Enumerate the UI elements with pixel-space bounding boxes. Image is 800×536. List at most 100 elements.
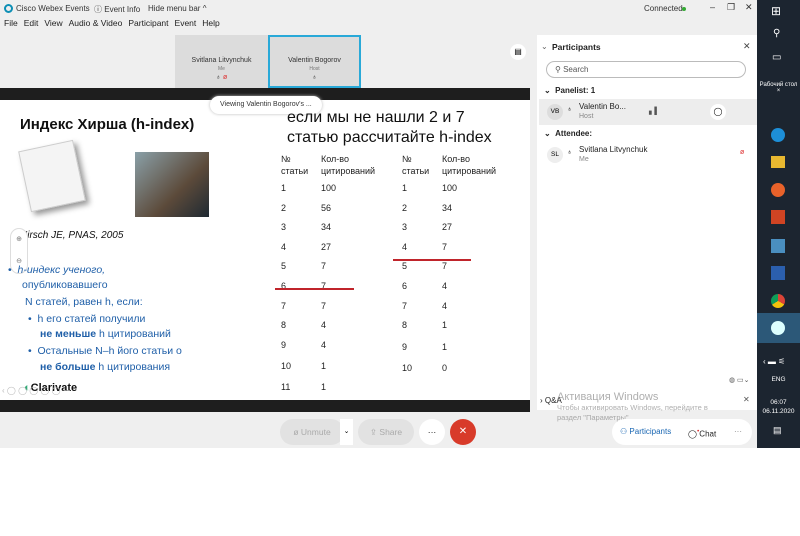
cell-citations: 27 (442, 222, 453, 233)
search-placeholder: Search (563, 65, 589, 74)
start-button[interactable]: ⊞ (771, 4, 781, 18)
cell-citations: 56 (321, 202, 332, 213)
video-tile-svitlana[interactable]: Svitlana Litvynchuk Me ♁ ø (175, 35, 268, 88)
participants-panel: ⌄ Participants ✕ ⚲ Search ⌄ Panelist: 1 … (537, 35, 757, 390)
panel-title: Participants (552, 42, 601, 52)
cell-article-number: 2 (402, 202, 408, 213)
event-info-label: Event Info (104, 5, 141, 14)
chat-with-participant-button[interactable]: ◯ (710, 104, 726, 120)
menu-help[interactable]: Help (202, 18, 219, 28)
cell-article-number: 9 (281, 339, 287, 350)
firefox-icon[interactable] (771, 183, 785, 197)
attendee-header: Attendee: (555, 129, 593, 138)
menu-audio-video[interactable]: Audio & Video (69, 18, 123, 28)
connected-dot-icon (682, 7, 686, 11)
cell-article-number: 11 (281, 382, 291, 392)
th-num: № (402, 154, 412, 164)
tile-role: Host (309, 66, 320, 72)
event-info-button[interactable]: ⓘ Event Info (94, 4, 140, 15)
edge-icon[interactable] (771, 128, 785, 142)
video-tile-valentin[interactable]: Valentin Bogorov Host ♁ (268, 35, 361, 88)
title-bar: Cisco Webex Events ⓘ Event Info Hide men… (0, 0, 757, 18)
menu-file[interactable]: File (4, 18, 18, 28)
slide-nav-controls[interactable]: ‹ ◯ ◯ ◯ ◯ ◯ ··· (2, 386, 71, 395)
cell-citations: 4 (321, 320, 327, 331)
participant-row-svitlana[interactable]: SL ♁ Svitlana Litvynchuk Me ø (539, 142, 757, 168)
mic-icon: ♁ (567, 106, 573, 113)
minimize-button[interactable]: – (710, 2, 715, 12)
tray-icons[interactable]: ‹ ▬ ⚟ (763, 357, 785, 366)
hide-menu-bar-button[interactable]: Hide menu bar ^ (148, 4, 206, 13)
zoom-in-icon[interactable]: ⊕ (11, 229, 27, 251)
cell-article-number: 8 (402, 320, 408, 331)
cell-article-number: 8 (281, 320, 287, 331)
cell-article-number: 5 (402, 261, 408, 272)
clock[interactable]: 06:07 06.11.2020 (757, 398, 800, 416)
menu-view[interactable]: View (44, 18, 62, 28)
panelist-section-header[interactable]: ⌄ Panelist: 1 (544, 86, 595, 95)
panel-options-icons[interactable]: ◍ ▭⌄ (729, 376, 750, 384)
media-player-icon[interactable] (771, 239, 785, 253)
attendee-section-header[interactable]: ⌄ Attendee: (544, 129, 592, 138)
annotation-line-2 (393, 259, 471, 261)
cell-citations: 1 (321, 382, 327, 392)
notifications-icon[interactable]: ▤ (773, 425, 782, 436)
bullet2b-bold: не меньше (40, 328, 97, 340)
share-button[interactable]: ⇪ Share (358, 419, 414, 445)
stage-bottom-bar (0, 400, 530, 412)
chrome-icon[interactable] (771, 294, 785, 308)
more-options-button[interactable]: ··· (419, 419, 445, 445)
audio-options-dropdown[interactable]: ⌄ (340, 419, 353, 445)
bullet1b: опубликовавшего (22, 279, 108, 291)
participants-tab-label: Participants (629, 427, 672, 436)
collapse-chevron-icon[interactable]: ⌄ (541, 42, 548, 51)
participant-name: Valentin Bo... (579, 102, 626, 111)
unmute-label: Unmute (300, 427, 331, 437)
webex-logo-icon (4, 4, 13, 13)
participant-row-valentin[interactable]: VB ♁ Valentin Bo... Host ▖▌ ◯ (539, 99, 757, 125)
search-input[interactable]: ⚲ Search (546, 61, 746, 78)
search-taskbar-icon[interactable]: ⚲ (773, 28, 780, 39)
bullet3b: h цитирования (95, 361, 171, 373)
leave-button[interactable]: ✕ (450, 419, 476, 445)
menu-edit[interactable]: Edit (24, 18, 39, 28)
cell-article-number: 4 (281, 241, 287, 252)
cell-citations: 4 (321, 339, 327, 350)
restore-button[interactable]: ❐ (727, 2, 735, 13)
participants-tab[interactable]: ⚇ Participants (620, 419, 671, 445)
bullet2a: h его статей получили (37, 313, 146, 325)
panel-tabs: ⚇ Participants ◯•Chat ··· (612, 419, 752, 445)
muted-icon: ø (222, 74, 228, 81)
menu-event[interactable]: Event (175, 18, 197, 28)
close-window-button[interactable]: ✕ (745, 2, 753, 13)
avatar: SL (547, 147, 563, 163)
close-qa-button[interactable]: ✕ (743, 395, 750, 404)
clock-date: 06.11.2020 (762, 408, 795, 415)
close-panel-button[interactable]: ✕ (743, 41, 751, 52)
file-explorer-icon[interactable] (771, 156, 785, 168)
menu-participant[interactable]: Participant (128, 18, 168, 28)
powerpoint-icon[interactable] (771, 210, 785, 224)
th-cit2: цитирований (442, 166, 497, 176)
more-panels-button[interactable]: ··· (734, 419, 742, 445)
task-view-icon[interactable]: ▭ (772, 52, 781, 63)
cell-citations: 7 (321, 300, 327, 311)
th-num2: статьи (402, 166, 430, 176)
mic-icon: ♁ (567, 149, 573, 156)
mic-icon: ♁ (215, 74, 221, 81)
layout-button[interactable]: ▤ (510, 44, 526, 60)
muted-icon: ø (740, 149, 745, 156)
cell-article-number: 7 (402, 300, 408, 311)
bullet1c: N статей, равен h, если: (25, 296, 143, 308)
language-indicator[interactable]: ENG (757, 376, 800, 383)
word-icon[interactable] (771, 266, 785, 280)
cell-citations: 100 (321, 183, 337, 193)
unmute-button[interactable]: ø Unmute (280, 419, 344, 445)
cell-article-number: 2 (281, 202, 287, 213)
panelist-header: Panelist: 1 (555, 86, 596, 95)
qa-section[interactable]: › Q&A ✕ (537, 390, 757, 410)
webex-taskbar-item[interactable] (757, 313, 800, 343)
cell-citations: 4 (442, 300, 448, 311)
chat-tab[interactable]: ◯•Chat (688, 419, 716, 448)
desktop-label[interactable]: Рабочий стол × (757, 82, 800, 94)
